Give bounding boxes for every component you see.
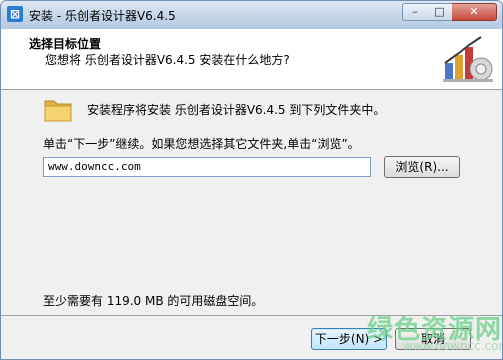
installer-window: ⊠ 安装 - 乐创者设计器V6.4.5 – □ ✕ 选择目标位置 您想将 乐创者… bbox=[0, 0, 503, 360]
close-button[interactable]: ✕ bbox=[452, 3, 497, 21]
wizard-graphic-icon bbox=[443, 36, 493, 82]
folder-icon bbox=[44, 100, 72, 122]
maximize-button[interactable]: □ bbox=[427, 3, 453, 21]
browse-button[interactable]: 浏览(R)... bbox=[384, 156, 460, 178]
minimize-button[interactable]: – bbox=[402, 3, 428, 21]
disk-space-message: 至少需要有 119.0 MB 的可用磁盘空间。 bbox=[43, 294, 264, 308]
watermark-url: www.downcc.com bbox=[403, 339, 503, 353]
wizard-header: 选择目标位置 您想将 乐创者设计器V6.4.5 安装在什么地方? bbox=[1, 29, 502, 90]
instruction-text: 单击“下一步”继续。如果您想选择其它文件夹,单击“浏览”。 bbox=[43, 137, 360, 151]
window-title: 安装 - 乐创者设计器V6.4.5 bbox=[29, 9, 176, 23]
page-subtitle: 您想将 乐创者设计器V6.4.5 安装在什么地方? bbox=[45, 53, 290, 67]
install-path-input[interactable]: www.downcc.com bbox=[43, 157, 371, 177]
app-icon: ⊠ bbox=[7, 6, 23, 22]
page-title: 选择目标位置 bbox=[29, 37, 102, 51]
watermark: 绿色资源网 www.downcc.com bbox=[367, 309, 503, 359]
install-message: 安装程序将安装 乐创者设计器V6.4.5 到下列文件夹中。 bbox=[87, 103, 386, 117]
title-bar[interactable]: ⊠ 安装 - 乐创者设计器V6.4.5 – □ ✕ bbox=[1, 1, 502, 29]
